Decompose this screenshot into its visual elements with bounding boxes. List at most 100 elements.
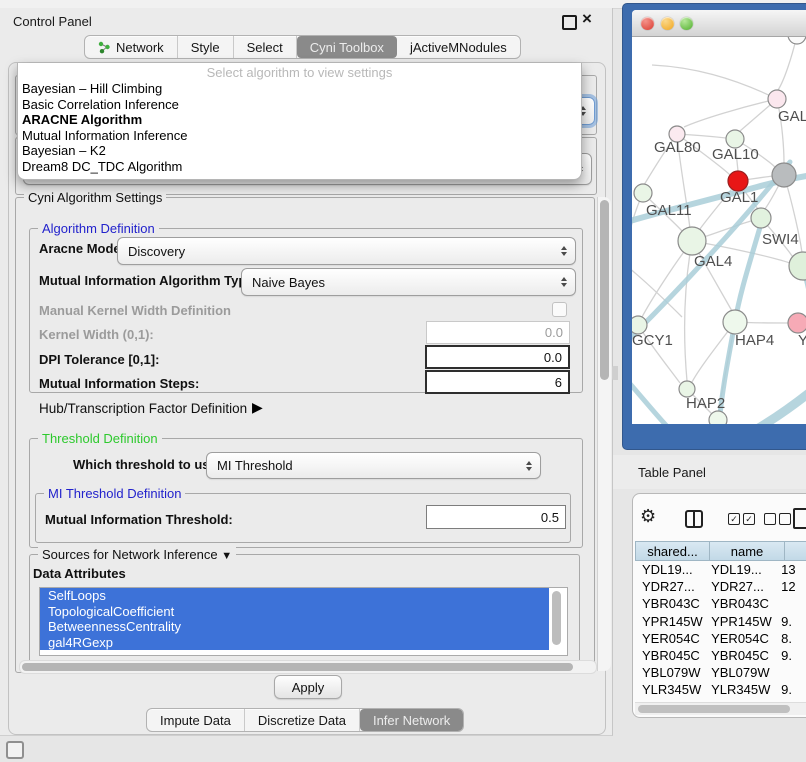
settings-horizontal-scrollbar[interactable]: [19, 660, 597, 674]
gear-icon[interactable]: ⚙: [640, 506, 656, 527]
minimized-panel-icon[interactable]: [6, 741, 24, 759]
settings-group-title: Cyni Algorithm Settings: [24, 190, 166, 205]
tab-impute-data[interactable]: Impute Data: [147, 709, 245, 731]
data-attribute-item[interactable]: gal4RGexp: [40, 635, 549, 651]
network-window-titlebar[interactable]: [632, 10, 806, 37]
panel-divider-handle[interactable]: [612, 366, 618, 380]
mi-type-combobox[interactable]: Naive Bayes: [241, 268, 576, 296]
expand-arrow-icon[interactable]: ▶: [252, 399, 263, 416]
list-scrollbar-thumb[interactable]: [552, 591, 561, 645]
mi-steps-field[interactable]: 6: [425, 370, 570, 394]
algorithm-option[interactable]: Mutual Information Inference: [18, 128, 581, 144]
scrollbar-thumb[interactable]: [638, 705, 790, 713]
control-panel-window: Control Panel × NetworkStyleSelectCyni T…: [0, 8, 613, 736]
table-body: YDL19...YDL19...13YDR27...YDR27...12YBR0…: [635, 561, 806, 702]
network-node-gal[interactable]: [768, 90, 786, 108]
mi-threshold-field[interactable]: 0.5: [426, 505, 566, 529]
manual-kernel-checkbox[interactable]: [552, 302, 567, 317]
table-row[interactable]: YER054CYER054C8.: [635, 630, 806, 647]
algorithm-option[interactable]: ARACNE Algorithm: [18, 112, 581, 128]
column-header[interactable]: shared...: [635, 541, 710, 561]
table-row[interactable]: YBL079WYBL079W: [635, 664, 806, 681]
table-horizontal-scrollbar[interactable]: [635, 702, 806, 715]
network-canvas[interactable]: GALGAL80GAL10GAL1GAL11SWI4GAL4HAP4YGCY1H…: [632, 37, 806, 424]
network-node-y[interactable]: [788, 313, 806, 333]
table-cell: YER054C: [704, 631, 774, 646]
algorithm-option[interactable]: Bayesian – Hill Climbing: [18, 81, 581, 97]
data-attributes-list[interactable]: SelfLoopsTopologicalCoefficientBetweenne…: [39, 587, 568, 656]
dpi-tolerance-field[interactable]: 0.0: [425, 345, 570, 369]
settings-vertical-scrollbar[interactable]: [597, 197, 611, 671]
tab-network[interactable]: Network: [85, 36, 178, 58]
table-row[interactable]: YLR345WYLR345W9.: [635, 681, 806, 698]
table-panel-title: Table Panel: [638, 465, 706, 480]
algorithm-definition-title: Algorithm Definition: [38, 221, 159, 236]
table-cell: YBR045C: [704, 648, 774, 663]
kernel-width-field[interactable]: 0.0: [426, 321, 570, 344]
close-icon[interactable]: ×: [582, 9, 592, 29]
table-row[interactable]: YDR27...YDR27...12: [635, 578, 806, 595]
data-attributes-label: Data Attributes: [33, 566, 126, 581]
network-node[interactable]: [709, 411, 727, 424]
network-node[interactable]: [772, 163, 796, 187]
table-cell: 8.: [774, 631, 806, 646]
deselect-all-checkboxes-icon[interactable]: [764, 513, 791, 525]
network-node-gal1[interactable]: [728, 171, 748, 191]
scrollbar-thumb[interactable]: [600, 200, 609, 380]
node-label: GAL10: [712, 146, 759, 163]
data-attribute-item[interactable]: TopologicalCoefficient: [40, 604, 549, 620]
table-cell: YER054C: [635, 631, 704, 646]
network-node-gal11[interactable]: [634, 184, 652, 202]
tab-label: Network: [116, 40, 164, 55]
apply-button[interactable]: Apply: [274, 675, 342, 699]
table-cell: YBR045C: [635, 648, 704, 663]
algorithm-option[interactable]: Dream8 DC_TDC Algorithm: [18, 159, 581, 175]
table-row[interactable]: YBR045CYBR045C9.: [635, 647, 806, 664]
zoom-traffic-light-icon[interactable]: [680, 17, 693, 30]
column-layout-icon[interactable]: [685, 510, 703, 528]
table-row[interactable]: YDL19...YDL19...13: [635, 561, 806, 578]
tab-select[interactable]: Select: [234, 36, 297, 58]
table-cell: 9.: [774, 682, 806, 697]
tab-label: Discretize Data: [258, 713, 346, 728]
algorithm-option[interactable]: Basic Correlation Inference: [18, 97, 581, 113]
network-node-gal4[interactable]: [678, 227, 706, 255]
mi-type-value: Naive Bayes: [252, 275, 325, 290]
algorithm-option[interactable]: Bayesian – K2: [18, 143, 581, 159]
tab-infer-network[interactable]: Infer Network: [360, 709, 463, 731]
aracne-mode-combobox[interactable]: Discovery: [117, 237, 576, 265]
table-cell: YBL079W: [704, 665, 774, 680]
table-cell: 12: [774, 579, 806, 594]
aracne-mode-label: Aracne Mode:: [39, 241, 125, 256]
column-header[interactable]: A: [785, 541, 806, 561]
control-panel-tab-bar: Network StyleSelectCyni ToolboxjActiveMNo…: [84, 35, 521, 59]
network-node-swi4[interactable]: [751, 208, 771, 228]
table-row[interactable]: YBR043CYBR043C: [635, 595, 806, 612]
table-row[interactable]: YPR145WYPR145W9.: [635, 613, 806, 630]
network-node[interactable]: [788, 37, 806, 44]
tab-discretize-data[interactable]: Discretize Data: [245, 709, 360, 731]
data-attribute-item[interactable]: SelfLoops: [40, 588, 549, 604]
table-cell: YPR145W: [704, 614, 774, 629]
which-threshold-combobox[interactable]: MI Threshold: [206, 452, 541, 479]
column-header[interactable]: name: [710, 541, 785, 561]
mi-type-label: Mutual Information Algorithm Type:: [39, 273, 258, 288]
minimize-traffic-light-icon[interactable]: [661, 17, 674, 30]
table-header-row: shared...nameA: [635, 541, 806, 561]
collapse-arrow-icon[interactable]: ▼: [221, 550, 232, 562]
tab-jactivemnodules[interactable]: jActiveMNodules: [397, 36, 520, 58]
close-traffic-light-icon[interactable]: [641, 17, 654, 30]
screen: Control Panel × NetworkStyleSelectCyni T…: [0, 0, 806, 762]
data-attribute-item[interactable]: BetweennessCentrality: [40, 619, 549, 635]
dpi-tolerance-label: DPI Tolerance [0,1]:: [39, 352, 159, 367]
network-node-hap4[interactable]: [723, 310, 747, 334]
scrollbar-thumb[interactable]: [22, 663, 573, 671]
select-all-checkboxes-icon[interactable]: ✓✓: [728, 513, 755, 525]
float-window-icon[interactable]: [562, 15, 577, 30]
tab-style[interactable]: Style: [178, 36, 234, 58]
which-threshold-label: Which threshold to use:: [73, 457, 221, 472]
sources-group-title: Sources for Network Inference ▼: [38, 547, 236, 562]
new-table-icon[interactable]: [793, 508, 806, 529]
hub-definition-label: Hub/Transcription Factor Definition: [39, 401, 247, 416]
tab-cyni-toolbox[interactable]: Cyni Toolbox: [297, 36, 397, 58]
